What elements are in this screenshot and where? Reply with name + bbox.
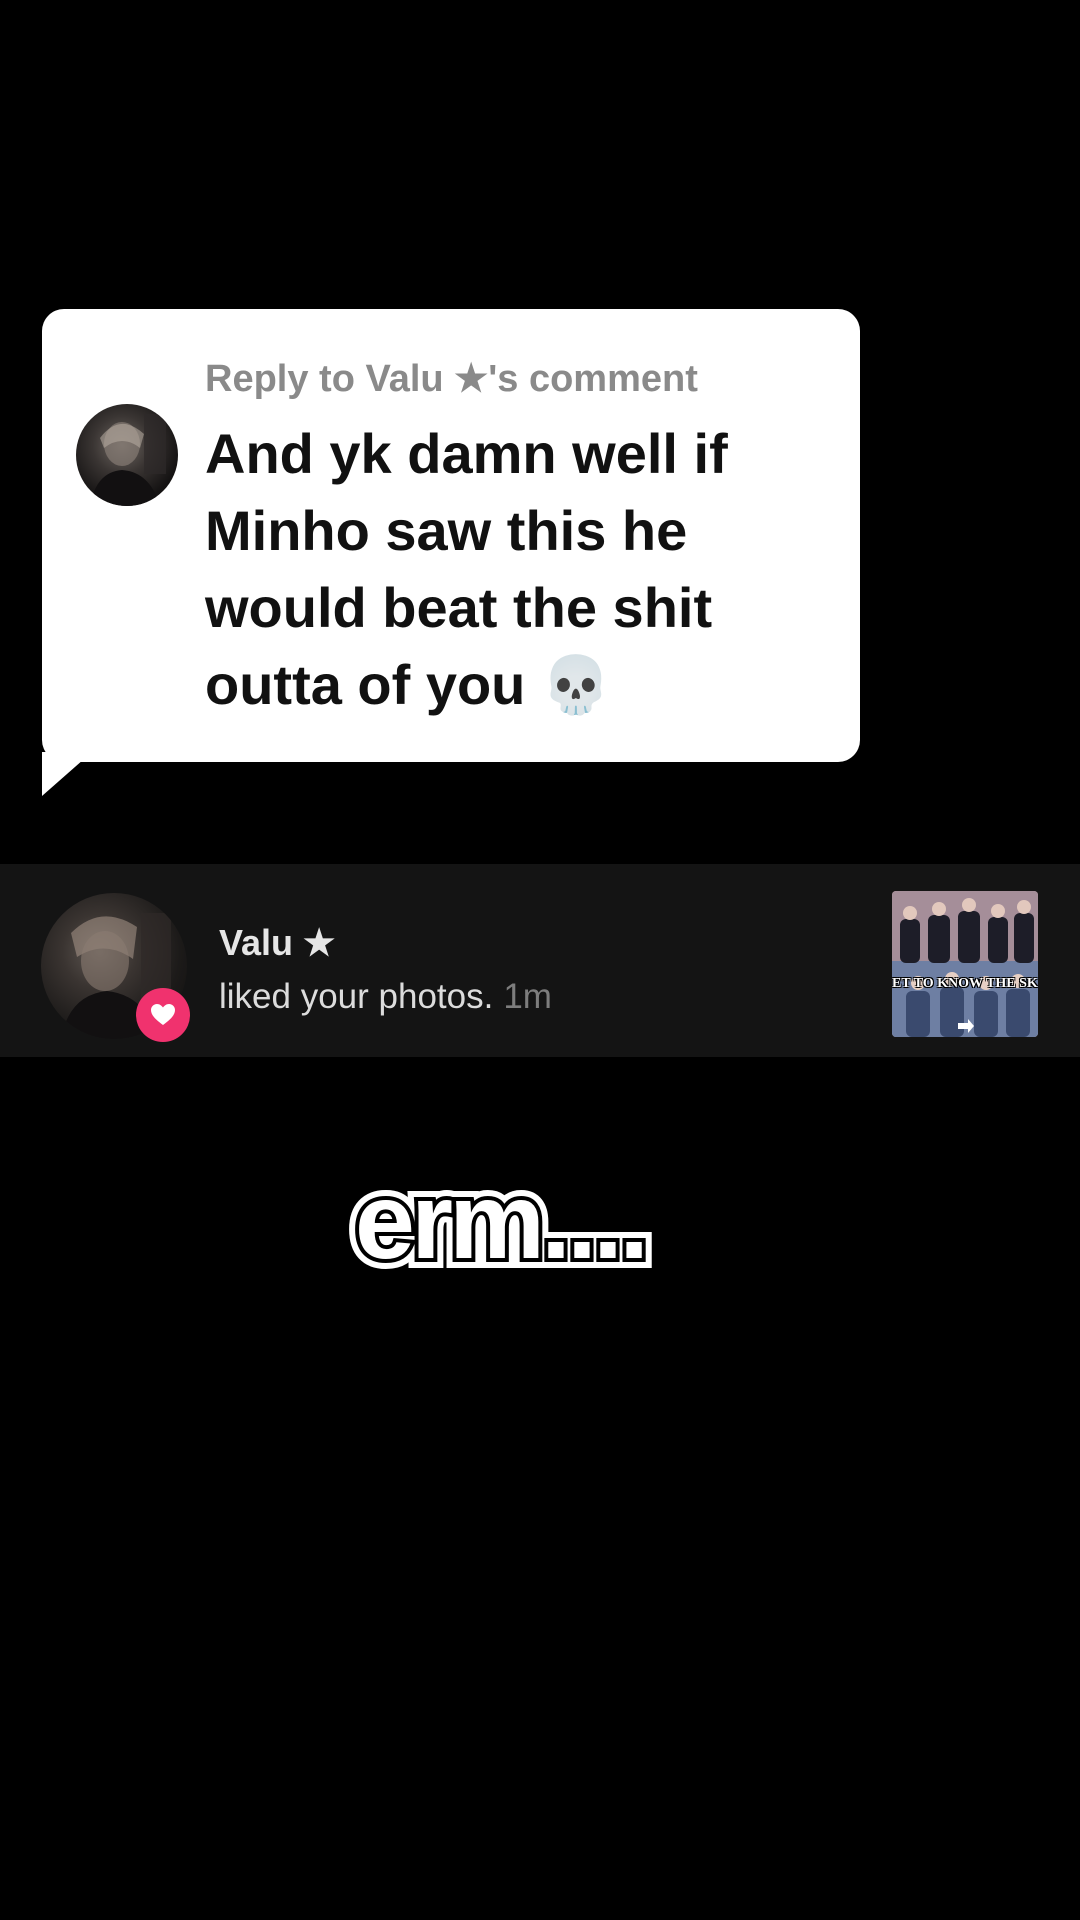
thumbnail-caption: ET TO KNOW THE SK MBERS!! for new sta: [892, 976, 1038, 991]
reply-header: Reply to Valu ★'s comment: [205, 358, 698, 400]
liked-post-thumbnail[interactable]: ET TO KNOW THE SK MBERS!! for new sta: [892, 891, 1038, 1037]
like-badge: [136, 988, 190, 1042]
video-caption: erm.... erm.... erm....: [0, 1150, 1000, 1291]
caption-text: erm....: [354, 1160, 649, 1281]
commenter-avatar-image: [90, 414, 166, 506]
group-photo-image: [892, 891, 1038, 1037]
notification-action: liked your photos.: [219, 977, 494, 1016]
commenter-avatar: [76, 404, 178, 506]
notification-time: 1m: [503, 977, 552, 1016]
video-frame: Reply to Valu ★'s comment And yk damn we…: [0, 0, 1080, 1920]
heart-icon: [151, 1004, 175, 1025]
notification-text: liked your photos. 1m: [219, 977, 552, 1017]
notification-username[interactable]: Valu ★: [219, 922, 335, 964]
reply-bubble-tail: [42, 752, 92, 796]
reply-comment-text: And yk damn well if Minho saw this he wo…: [205, 422, 728, 716]
